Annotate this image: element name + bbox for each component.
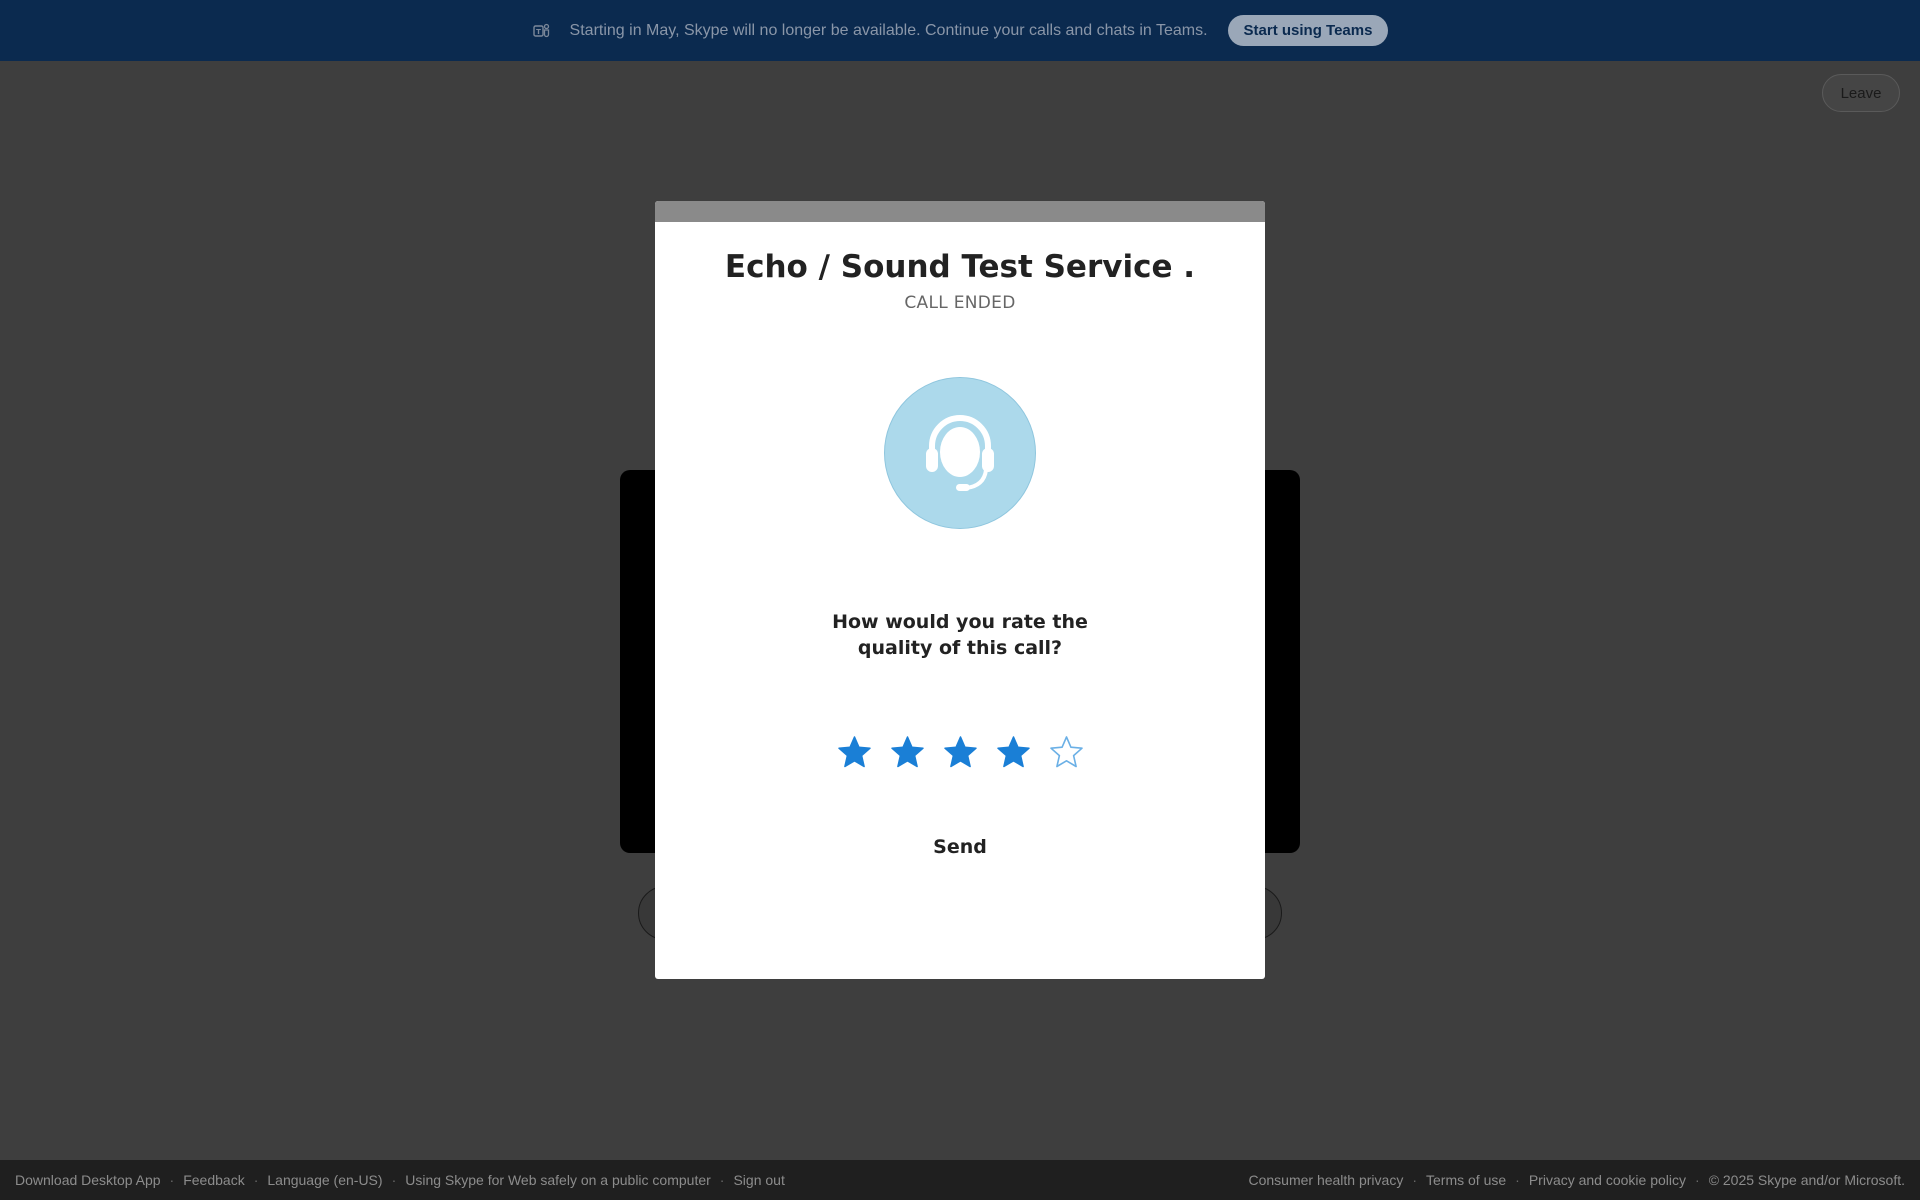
footer-link[interactable]: Consumer health privacy [1248,1172,1403,1188]
star-filled-icon[interactable] [837,735,872,770]
footer-link[interactable]: Terms of use [1426,1172,1506,1188]
teams-icon: T [532,21,552,41]
footer-link[interactable]: Language (en-US) [267,1172,382,1188]
teams-migration-banner: T Starting in May, Skype will no longer … [0,0,1920,61]
start-using-teams-button[interactable]: Start using Teams [1227,15,1389,46]
send-button[interactable]: Send [655,836,1265,858]
footer-link[interactable]: Using Skype for Web safely on a public c… [405,1172,711,1188]
footer-separator: · [719,1172,725,1188]
call-rating-dialog: Echo / Sound Test Service . CALL ENDED H… [655,201,1265,979]
footer-separator: · [1515,1172,1520,1188]
footer-separator: · [169,1172,175,1188]
star-filled-icon[interactable] [890,735,925,770]
star-filled-icon[interactable] [943,735,978,770]
rating-question: How would you rate the quality of this c… [832,611,1088,659]
footer-separator: · [1695,1172,1700,1188]
footer-separator: · [1412,1172,1418,1188]
footer-link[interactable]: Sign out [733,1172,784,1188]
leave-button[interactable]: Leave [1822,74,1900,112]
footer-separator: · [253,1172,259,1188]
banner-message: Starting in May, Skype will no longer be… [569,21,1208,39]
contact-name: Echo / Sound Test Service . [724,249,1196,285]
footer-left-links: Download Desktop App · Feedback · Language (… [15,1172,785,1188]
avatar [884,377,1036,529]
footer-separator: · [391,1172,397,1188]
dialog-top-bar [655,201,1265,222]
footer-link[interactable]: Privacy and cookie policy [1529,1172,1686,1188]
call-status: CALL ENDED [904,293,1016,313]
star-rating [655,735,1265,770]
footer: Download Desktop App · Feedback · Language (… [0,1160,1920,1200]
footer-link[interactable]: Feedback [183,1172,244,1188]
footer-link[interactable]: Download Desktop App [15,1172,161,1188]
star-filled-icon[interactable] [996,735,1031,770]
star-empty-icon[interactable] [1049,735,1084,770]
headset-icon [920,406,1000,500]
svg-text:T: T [536,28,541,36]
copyright-text: © 2025 Skype and/or Microsoft. [1708,1172,1905,1188]
footer-right-links: Consumer health privacy · Terms of use · Pri… [1248,1172,1905,1188]
